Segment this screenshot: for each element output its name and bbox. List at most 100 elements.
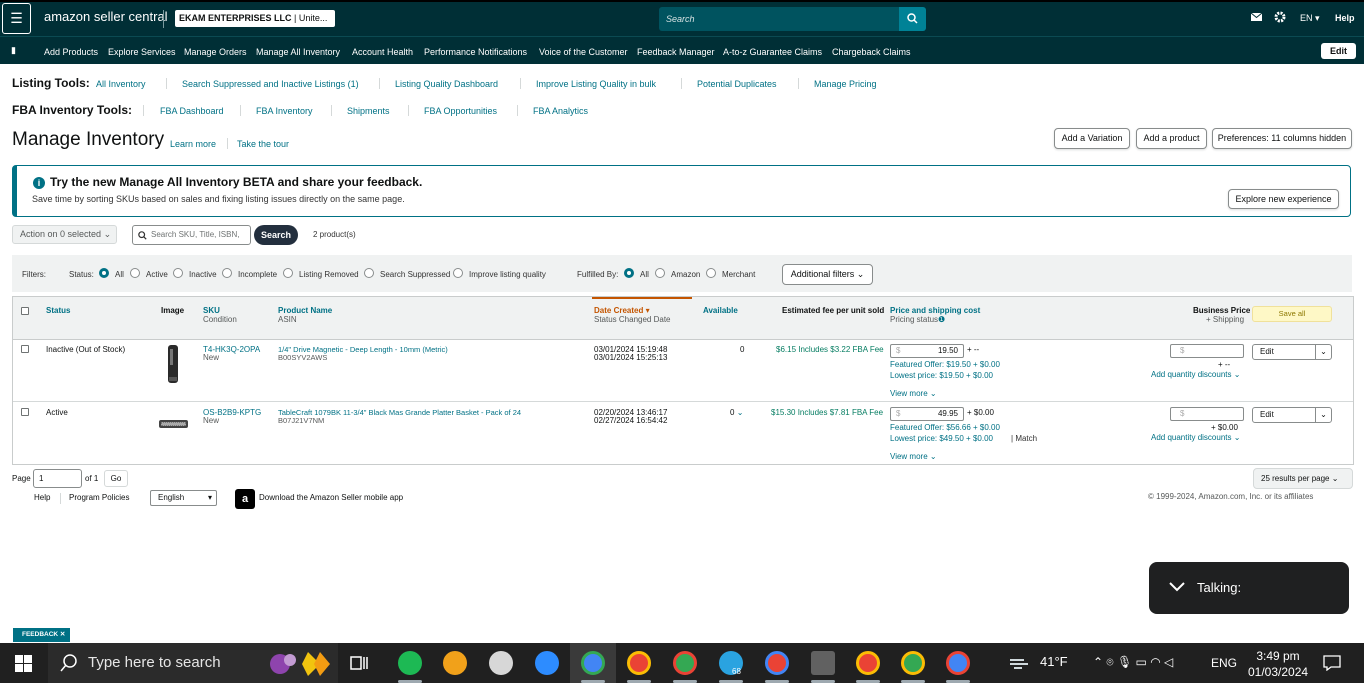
fulfilled-radio-amazon[interactable] [655,268,665,278]
chevron-down-icon[interactable]: ⌄ [1315,408,1331,422]
select-all-checkbox[interactable] [21,307,29,315]
wifi-icon[interactable]: ◠ [1150,655,1160,669]
nav-item[interactable]: Feedback Manager [637,47,715,57]
inventory-search-input[interactable]: Search SKU, Title, ISBN, [132,225,251,245]
nav-item[interactable]: Account Health [352,47,413,57]
fba-tool-link[interactable]: FBA Inventory [256,106,313,116]
app-icon[interactable] [443,651,467,675]
view-more-link[interactable]: View more ⌄ [890,452,937,461]
status-radio-inactive[interactable] [173,268,183,278]
footer-language-select[interactable]: English ▾ [150,490,217,506]
row-checkbox[interactable] [21,408,29,416]
task-view-icon[interactable] [350,654,368,672]
take-tour-link[interactable]: Take the tour [237,139,289,149]
mail-icon[interactable] [1251,13,1262,21]
match-link[interactable]: | Match [1011,434,1037,443]
status-radio-listing-removed[interactable] [283,268,293,278]
nav-item[interactable]: Add Products [44,47,98,57]
header-search-input[interactable]: Search [659,7,899,31]
microphone-icon[interactable]: 🎙 [1117,655,1132,669]
chrome-icon[interactable] [581,651,605,675]
fba-tool-link[interactable]: FBA Dashboard [160,106,224,116]
status-radio-all[interactable] [99,268,109,278]
listing-tool-link[interactable]: Improve Listing Quality in bulk [536,79,656,89]
bookmark-icon[interactable]: ▮ [11,45,16,56]
chrome-icon[interactable] [856,651,880,675]
row-fee[interactable]: $15.30 Includes $7.81 FBA Fee [771,408,883,417]
chevron-down-icon[interactable]: ⌄ [1315,345,1331,359]
listing-tool-link[interactable]: Potential Duplicates [697,79,777,89]
listing-tool-link[interactable]: Search Suppressed and Inactive Listings … [182,79,359,89]
edit-nav-button[interactable]: Edit [1321,43,1356,59]
status-radio-search-suppressed[interactable] [364,268,374,278]
go-button[interactable]: Go [104,470,128,487]
chevron-down-icon[interactable] [1169,582,1185,592]
volume-icon[interactable]: ◁ [1164,655,1173,669]
header-search-button[interactable] [899,7,926,31]
language-selector[interactable]: EN ▾ [1300,13,1320,24]
add-variation-button[interactable]: Add a Variation [1054,128,1130,149]
quantity-discounts-link[interactable]: Add quantity discounts ⌄ [1151,370,1240,379]
results-per-page-select[interactable]: 25 results per page ⌄ [1253,468,1353,489]
header-sku[interactable]: SKU [203,306,220,315]
add-product-button[interactable]: Add a product [1136,128,1207,149]
help-link[interactable]: Help [1335,13,1355,23]
fba-tool-link[interactable]: FBA Analytics [533,106,588,116]
row-checkbox[interactable] [21,345,29,353]
nav-item[interactable]: Manage All Inventory [256,47,340,57]
nav-item[interactable]: Performance Notifications [424,47,527,57]
edit-dropdown[interactable]: Edit ⌄ [1252,407,1332,423]
status-radio-improve-quality[interactable] [453,268,463,278]
battery-icon[interactable]: ▭ [1136,655,1147,669]
nav-item[interactable]: Voice of the Customer [539,47,628,57]
notification-icon[interactable] [1323,655,1341,671]
amazon-app-icon[interactable]: a [235,489,255,509]
fba-tool-link[interactable]: FBA Opportunities [424,106,497,116]
listing-tool-link[interactable]: Manage Pricing [814,79,877,89]
chrome-icon[interactable] [946,651,970,675]
talking-toast[interactable]: Talking: [1149,562,1349,614]
chrome-icon[interactable] [901,651,925,675]
input-language[interactable]: ENG [1211,656,1237,670]
row-available[interactable]: 0 ⌄ [730,408,743,417]
footer-help-link[interactable]: Help [34,493,50,502]
business-price-input[interactable]: $ [1170,407,1244,421]
header-product-name[interactable]: Product Name [278,306,332,315]
price-input[interactable]: $49.95 [890,407,964,421]
status-radio-incomplete[interactable] [222,268,232,278]
clock[interactable]: 3:49 pm 01/03/2024 [1248,648,1308,680]
chrome-icon[interactable] [765,651,789,675]
product-image-basket[interactable] [158,418,189,430]
nav-item[interactable]: Manage Orders [184,47,247,57]
hamburger-menu-icon[interactable]: ☰ [2,3,31,34]
weather-temp[interactable]: 41°F [1040,654,1068,669]
spotify-icon[interactable] [398,651,422,675]
fulfilled-radio-merchant[interactable] [706,268,716,278]
status-radio-active[interactable] [130,268,140,278]
nav-item[interactable]: A-to-z Guarantee Claims [723,47,822,57]
nav-item[interactable]: Chargeback Claims [832,47,911,57]
footer-policies-link[interactable]: Program Policies [69,493,129,502]
preferences-button[interactable]: Preferences: 11 columns hidden [1212,128,1352,149]
zoom-icon[interactable] [535,651,559,675]
additional-filters-button[interactable]: Additional filters ⌄ [782,264,873,285]
fba-tool-link[interactable]: Shipments [347,106,390,116]
price-input[interactable]: $19.50 [890,344,964,358]
explore-new-experience-button[interactable]: Explore new experience [1228,189,1339,209]
inventory-search-button[interactable]: Search [254,225,298,245]
seller-central-logo[interactable]: amazon seller central [44,9,168,24]
gear-icon[interactable] [1274,11,1286,23]
fulfilled-radio-all[interactable] [624,268,634,278]
feedback-tab[interactable]: FEEDBACK ✕ [13,628,70,642]
app-icon[interactable] [489,651,513,675]
camera-icon[interactable]: ⌾ [1106,655,1113,669]
calculator-icon[interactable] [811,651,835,675]
chrome-icon[interactable] [627,651,651,675]
nav-item[interactable]: Explore Services [108,47,176,57]
listing-tool-link[interactable]: All Inventory [96,79,146,89]
mobile-app-link[interactable]: Download the Amazon Seller mobile app [259,493,403,502]
product-image-socket[interactable] [167,345,179,383]
business-price-input[interactable]: $ [1170,344,1244,358]
listing-tool-link[interactable]: Listing Quality Dashboard [395,79,498,89]
tray-chevron-icon[interactable]: ⌃ [1093,655,1103,669]
